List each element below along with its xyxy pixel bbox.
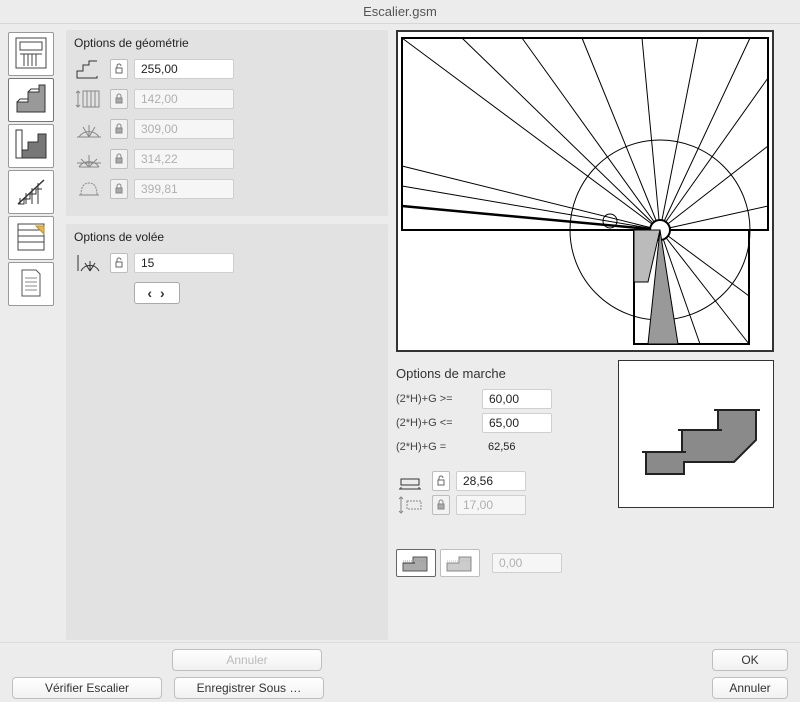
sidebar-item-plan[interactable] (8, 32, 54, 76)
sidebar-item-document[interactable] (8, 262, 54, 306)
riser-height-value (456, 495, 526, 515)
sidebar-item-section[interactable] (8, 124, 54, 168)
march-result-value: 62,56 (482, 441, 516, 453)
verify-stair-button[interactable]: Vérifier Escalier (12, 677, 162, 699)
sidebar (8, 30, 58, 640)
stair-list-icon (14, 220, 48, 257)
geometry-row-4 (74, 176, 380, 202)
window-title: Escalier.gsm (0, 0, 800, 24)
sidebar-item-railing[interactable] (8, 170, 54, 214)
geometry-title: Options de géométrie (74, 36, 380, 50)
unlock-icon (113, 63, 125, 75)
march-label-max: (2*H)+G <= (396, 417, 476, 429)
flight-title: Options de volée (74, 230, 380, 244)
tread-depth-value[interactable] (456, 471, 526, 491)
geometry-value-2 (134, 119, 234, 139)
lock-toggle[interactable] (110, 89, 128, 109)
right-column: Options de marche (2*H)+G >= (2*H)+G <= … (396, 30, 792, 640)
stair-total-run-icon (74, 58, 104, 80)
geometry-row-0 (74, 56, 380, 82)
sidebar-item-step[interactable] (8, 78, 54, 122)
section-preview (618, 360, 774, 508)
geometry-row-2 (74, 116, 380, 142)
document-icon (14, 266, 48, 303)
geometry-value-4 (134, 179, 234, 199)
ok-button[interactable]: OK (712, 649, 788, 671)
lock-toggle[interactable] (110, 149, 128, 169)
geometry-value-0[interactable] (134, 59, 234, 79)
geometry-row-1 (74, 86, 380, 112)
march-label-result: (2*H)+G = (396, 441, 476, 453)
march-area: Options de marche (2*H)+G >= (2*H)+G <= … (396, 360, 792, 577)
nosing-toggle-row (396, 549, 610, 577)
unlock-icon (113, 257, 125, 269)
lock-toggle[interactable] (110, 253, 128, 273)
geometry-row-3 (74, 146, 380, 172)
flight-stepper[interactable]: ‹ › (134, 282, 180, 304)
march-label-min: (2*H)+G >= (396, 393, 476, 405)
save-as-button[interactable]: Enregistrer Sous … (174, 677, 324, 699)
upper-cancel-button: Annuler (172, 649, 322, 671)
footer: Annuler OK Vérifier Escalier Enregistrer… (0, 642, 800, 702)
lock-icon (113, 123, 125, 135)
flight-panel: Options de volée ‹ › (66, 224, 388, 640)
nosing-mode-b[interactable] (440, 549, 480, 577)
geometry-value-1 (134, 89, 234, 109)
march-min-value[interactable] (482, 389, 552, 409)
stair-plan-icon (14, 36, 48, 73)
railing-icon (14, 174, 48, 211)
plan-preview (396, 30, 774, 352)
lock-icon (435, 499, 447, 511)
flight-row (74, 250, 380, 276)
march-panel: Options de marche (2*H)+G >= (2*H)+G <= … (396, 360, 610, 577)
march-title: Options de marche (396, 366, 610, 381)
march-max-value[interactable] (482, 413, 552, 433)
lock-toggle[interactable] (432, 471, 450, 491)
content-area: Options de géométrie (0, 24, 800, 640)
lock-icon (113, 183, 125, 195)
lock-icon (113, 93, 125, 105)
lock-toggle[interactable] (110, 179, 128, 199)
riser-height-icon (396, 494, 426, 516)
sidebar-item-list[interactable] (8, 216, 54, 260)
stair-step-icon (14, 82, 48, 119)
geometry-value-3 (134, 149, 234, 169)
lock-toggle[interactable] (110, 119, 128, 139)
stair-height-icon (74, 88, 104, 110)
lock-toggle[interactable] (432, 495, 450, 515)
middle-column: Options de géométrie (66, 30, 388, 640)
stair-well-icon (74, 178, 104, 200)
lock-toggle[interactable] (110, 59, 128, 79)
cancel-button[interactable]: Annuler (712, 677, 788, 699)
nosing-value (492, 553, 562, 573)
stair-arc1-icon (74, 118, 104, 140)
flight-value[interactable] (134, 253, 234, 273)
stair-section-icon (14, 128, 48, 165)
stair-arc2-icon (74, 148, 104, 170)
flight-arc-icon (74, 252, 104, 274)
geometry-panel: Options de géométrie (66, 30, 388, 216)
nosing-mode-a[interactable] (396, 549, 436, 577)
unlock-icon (435, 475, 447, 487)
tread-depth-icon (396, 470, 426, 492)
lock-icon (113, 153, 125, 165)
